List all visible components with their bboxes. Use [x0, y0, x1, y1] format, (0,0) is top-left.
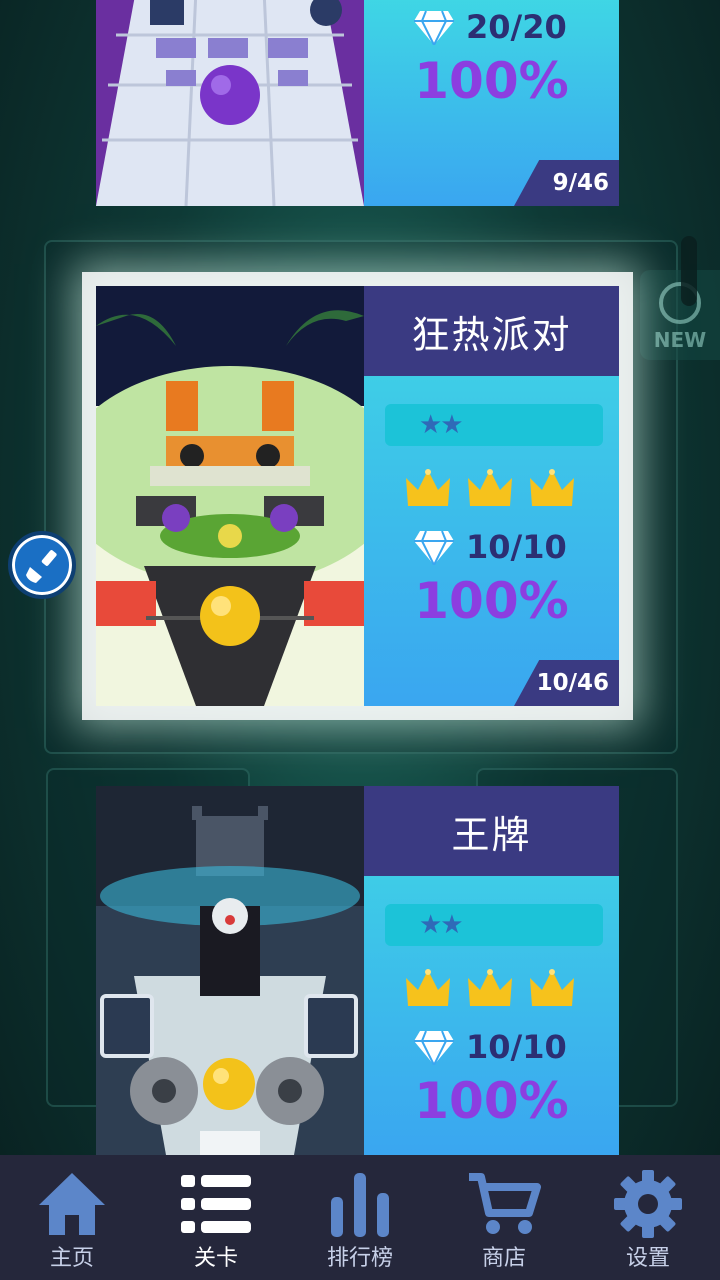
crown-row — [404, 966, 576, 1010]
level-info-panel: 20/20 100% 9/46 — [364, 0, 619, 206]
gem-count: 10/10 — [466, 1028, 567, 1066]
crown-icon — [468, 469, 512, 506]
tab-leaderboard-label: 排行榜 — [326, 1246, 393, 1271]
tab-shop-label: 商店 — [481, 1246, 526, 1271]
level-thumbnail — [96, 286, 364, 706]
cart-icon — [469, 1173, 541, 1234]
difficulty-stars: ★★ — [385, 404, 603, 446]
tab-home-label: 主页 — [49, 1246, 94, 1271]
tab-levels[interactable]: 关卡 — [144, 1155, 288, 1280]
gem-count: 10/10 — [466, 528, 567, 566]
theme-brush-button[interactable] — [8, 531, 76, 599]
crown-row — [404, 466, 576, 510]
brush-icon — [26, 550, 57, 583]
gem-count-row: 20/20 — [414, 8, 567, 46]
tab-levels-label: 关卡 — [193, 1246, 238, 1271]
level-thumbnail — [96, 786, 364, 1155]
crown-icon — [406, 469, 450, 506]
diamond-icon — [414, 1030, 454, 1065]
diamond-icon — [414, 530, 454, 565]
tab-settings[interactable]: 设置 — [576, 1155, 720, 1280]
completion-percent: 100% — [414, 52, 569, 110]
tab-leaderboard[interactable]: 排行榜 — [288, 1155, 432, 1280]
level-index-tab: 10/46 — [514, 660, 619, 706]
gem-count: 20/20 — [466, 8, 567, 46]
completion-percent: 100% — [414, 572, 569, 630]
scrollbar-thumb[interactable] — [681, 236, 697, 306]
level-info-panel: 王牌 ★★ 10/10 100% — [364, 786, 619, 1155]
crown-icon — [530, 469, 574, 506]
list-icon — [181, 1175, 251, 1233]
level-index-tab: 9/46 — [514, 160, 619, 206]
tab-home[interactable]: 主页 — [0, 1155, 144, 1280]
level-title: 王牌 — [364, 786, 619, 876]
crown-icon — [406, 969, 450, 1006]
level-card-11[interactable]: 王牌 ★★ 10/10 100% — [96, 786, 619, 1155]
home-icon — [39, 1173, 105, 1235]
level-card-9[interactable]: 20/20 100% 9/46 — [96, 0, 619, 206]
level-title: 狂热派对 — [364, 286, 619, 376]
level-thumbnail — [96, 0, 364, 206]
tab-shop[interactable]: 商店 — [432, 1155, 576, 1280]
leaderboard-icon — [331, 1173, 389, 1237]
level-card-10[interactable]: 狂热派对 ★★ 10/10 100% 10/46 — [96, 286, 619, 706]
completion-percent: 100% — [414, 1072, 569, 1130]
gem-count-row: 10/10 — [414, 528, 567, 566]
new-badge: NEW — [640, 270, 720, 360]
gem-count-row: 10/10 — [414, 1028, 567, 1066]
gear-icon — [614, 1170, 682, 1238]
diamond-icon — [414, 10, 454, 45]
level-info-panel: 狂热派对 ★★ 10/10 100% 10/46 — [364, 286, 619, 706]
bottom-tab-bar: 主页 关卡 排行榜 商店 设置 — [0, 1155, 720, 1280]
crown-icon — [468, 969, 512, 1006]
tab-settings-label: 设置 — [625, 1246, 670, 1271]
crown-icon — [530, 969, 574, 1006]
difficulty-stars: ★★ — [385, 904, 603, 946]
